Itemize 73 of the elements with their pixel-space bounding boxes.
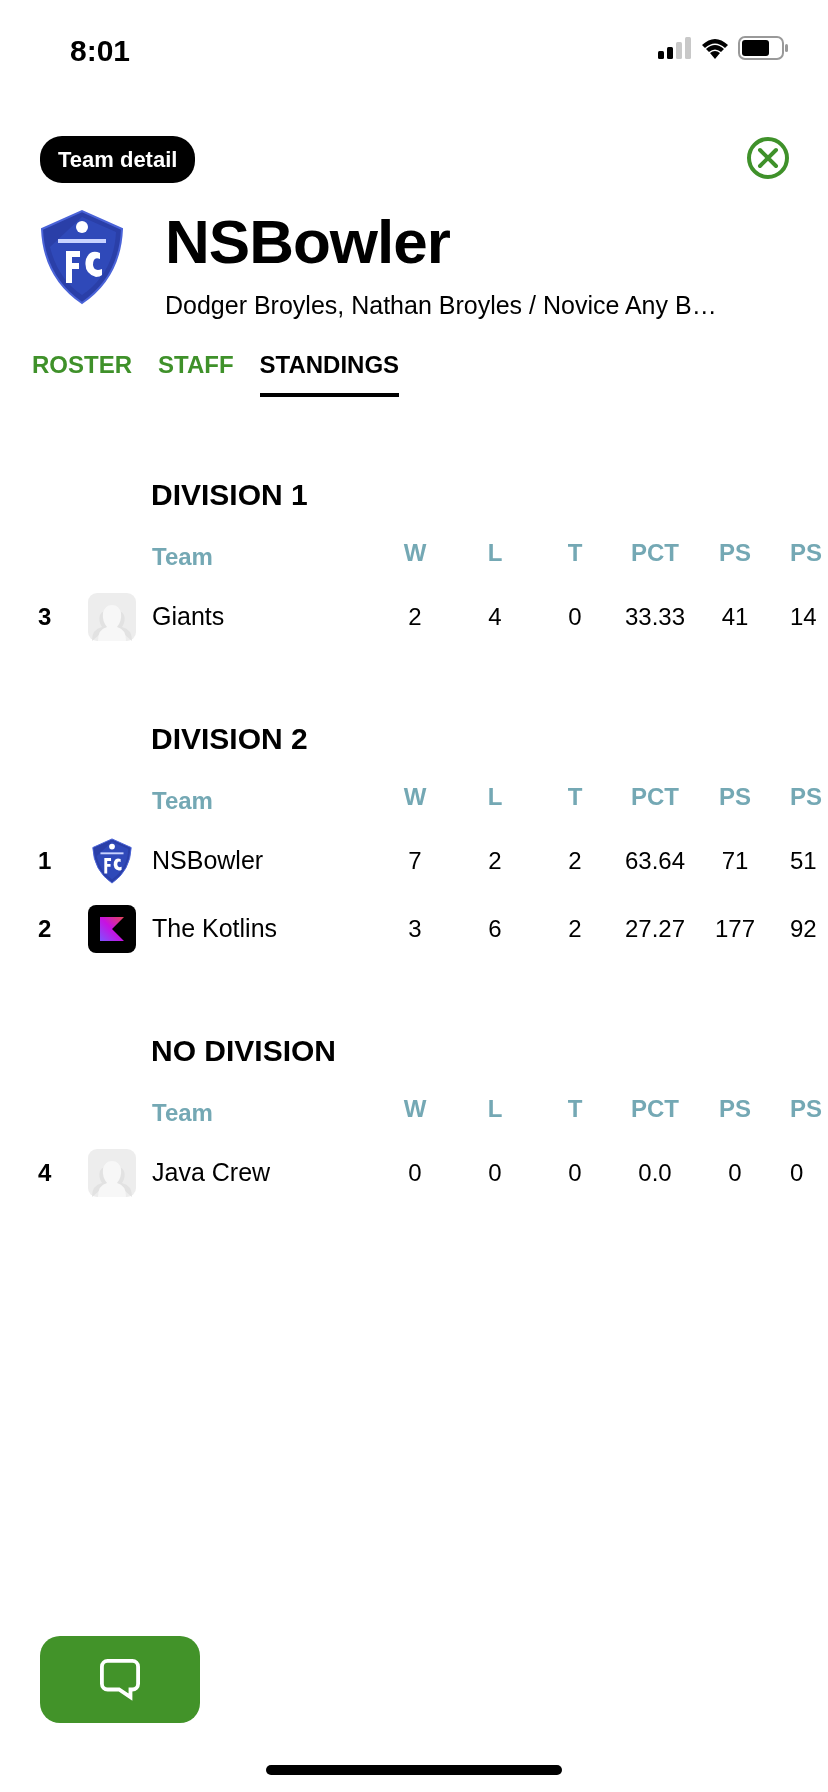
tab[interactable]: STAFF xyxy=(158,346,234,397)
table-cell-text: 0 xyxy=(567,601,583,632)
column-header: W xyxy=(402,1093,428,1124)
table-cell-text: 4 xyxy=(487,601,503,632)
team-name: Java Crew xyxy=(152,1156,272,1188)
rank: 3 xyxy=(38,601,53,632)
battery-icon xyxy=(738,36,788,60)
column-header: W xyxy=(402,781,428,812)
table-cell-text: 2 xyxy=(487,845,503,876)
rank: 1 xyxy=(38,845,53,876)
tab[interactable]: ROSTER xyxy=(32,346,132,397)
status-time: 8:01 xyxy=(70,33,131,69)
column-header: PS xyxy=(789,781,823,812)
column-header: PS xyxy=(718,1093,752,1124)
tab[interactable]: STANDINGS xyxy=(259,346,400,397)
team-name: Giants xyxy=(152,600,226,632)
column-header: PS xyxy=(789,537,823,568)
table-cell-text: 0 xyxy=(567,1157,583,1188)
column-header: PCT xyxy=(630,537,680,568)
table-cell-text: 14 xyxy=(789,601,818,632)
column-header: L xyxy=(486,1093,504,1124)
column-header: L xyxy=(486,537,504,568)
column-header: W xyxy=(402,537,428,568)
column-header: PCT xyxy=(630,1093,680,1124)
table-cell-text: 6 xyxy=(487,913,503,944)
chat-icon xyxy=(100,1658,140,1701)
column-header: PCT xyxy=(630,781,680,812)
table-cell-text: 41 xyxy=(720,601,750,632)
table-cell-text: 63.64 xyxy=(623,845,687,876)
column-header: T xyxy=(566,537,584,568)
table-cell-text: 33.33 xyxy=(623,601,687,632)
table-cell-text: 7 xyxy=(407,845,423,876)
column-header: PS xyxy=(718,537,752,568)
table-cell-text: 51 xyxy=(789,845,818,876)
table-cell-text: 2 xyxy=(567,845,583,876)
table-cell-text: 0.0 xyxy=(637,1157,673,1188)
title-badge: Team detail xyxy=(40,136,196,183)
team-logo xyxy=(88,1148,136,1197)
table-cell-text: 177 xyxy=(713,913,756,944)
team-name: NSBowler xyxy=(165,211,451,273)
team-subtitle: Dodger Broyles, Nathan Broyles / Novice Any B… xyxy=(165,290,717,321)
team-name: The Kotlins xyxy=(152,912,279,944)
rank: 2 xyxy=(38,913,53,944)
team-logo xyxy=(88,592,136,641)
column-header: L xyxy=(486,781,504,812)
table-cell-text: 2 xyxy=(567,913,583,944)
column-header: Team xyxy=(152,1097,214,1128)
division-heading: DIVISION 2 xyxy=(150,720,309,757)
column-header: Team xyxy=(152,541,214,572)
table-cell-text: 0 xyxy=(727,1157,743,1188)
column-header: PS xyxy=(789,1093,823,1124)
column-header: PS xyxy=(718,781,752,812)
table-cell-text: 3 xyxy=(407,913,423,944)
table-cell-text: 92 xyxy=(789,913,818,944)
column-header: T xyxy=(566,1093,584,1124)
chat-button[interactable] xyxy=(40,1636,200,1723)
division-heading: NO DIVISION xyxy=(150,1032,338,1069)
close-icon xyxy=(746,136,790,180)
table-cell-text: 2 xyxy=(407,601,423,632)
column-header: Team xyxy=(152,785,214,816)
rank: 4 xyxy=(38,1157,53,1188)
team-name: NSBowler xyxy=(152,844,265,876)
table-cell-text: 71 xyxy=(720,845,750,876)
signal-icon xyxy=(658,37,692,59)
column-header: T xyxy=(566,781,584,812)
table-cell-text: 27.27 xyxy=(623,913,687,944)
division-heading: DIVISION 1 xyxy=(150,476,309,513)
table-cell-text: 0 xyxy=(789,1157,805,1188)
close-button[interactable] xyxy=(746,136,790,180)
team-logo xyxy=(88,904,136,953)
table-cell-text: 0 xyxy=(487,1157,503,1188)
table-cell-text: 0 xyxy=(407,1157,423,1188)
wifi-icon xyxy=(700,37,730,59)
